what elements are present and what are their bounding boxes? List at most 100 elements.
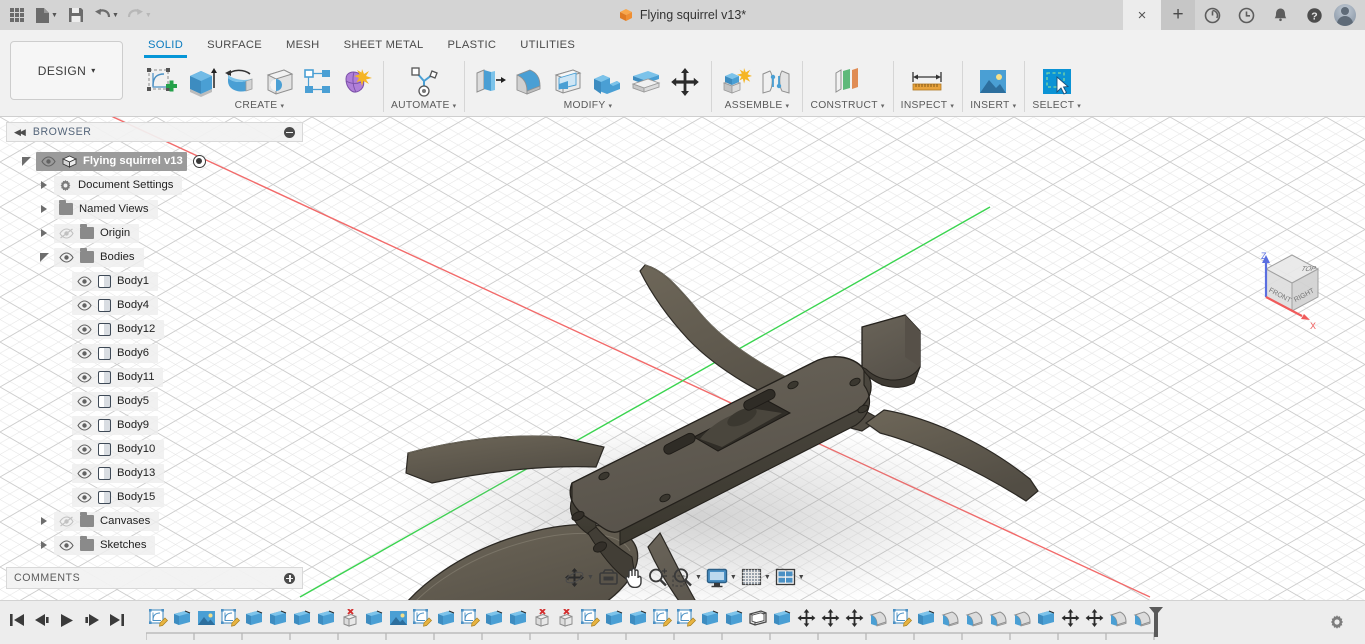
revolve-icon[interactable] [222,64,258,100]
tree-row-canvases[interactable]: Canvases [6,509,303,533]
tree-item-chip[interactable]: Body6 [72,343,159,363]
help-question-icon[interactable]: ? [1297,0,1331,30]
tree-item-chip[interactable]: Sketches [54,535,156,555]
tree-item-chip[interactable]: Body15 [72,487,165,507]
orbit-icon[interactable]: ▼ [563,565,595,590]
timeline-feature-sketch[interactable] [218,605,242,631]
timeline-feature-sketch[interactable] [578,605,602,631]
timeline-feature-delete[interactable] [338,605,362,631]
eye-visible-icon[interactable] [77,275,92,287]
tree-item-chip[interactable]: Flying squirrel v13 [36,151,187,171]
tree-row-body13[interactable]: Body13 [6,461,303,485]
timeline-feature-extrude[interactable] [170,605,194,631]
timeline-feature-extrude[interactable] [602,605,626,631]
redo-icon[interactable]: ▼ [124,2,155,28]
combine-icon[interactable] [589,64,625,100]
save-icon[interactable] [63,2,89,28]
timeline-feature-extrude[interactable] [914,605,938,631]
offset-face-icon[interactable] [628,64,664,100]
tree-row-body11[interactable]: Body11 [6,365,303,389]
timeline-feature-extrude[interactable] [290,605,314,631]
new-tab-button[interactable]: + [1161,0,1195,30]
new-document-icon[interactable]: ▼ [32,2,61,28]
chevron-down-icon[interactable]: ▼ [51,12,58,19]
tree-row-body15[interactable]: Body15 [6,485,303,509]
timeline-feature-fillet[interactable] [986,605,1010,631]
pan-hand-icon[interactable] [622,565,644,590]
timeline-feature-extrude[interactable] [242,605,266,631]
timeline-feature-fillet[interactable] [866,605,890,631]
tree-row-body4[interactable]: Body4 [6,293,303,317]
tree-item-chip[interactable]: Canvases [54,511,160,531]
ribbon-group-label-insert[interactable]: INSERT ▾ [970,100,1016,111]
eye-visible-icon[interactable] [59,251,74,263]
ribbon-group-label-select[interactable]: SELECT ▾ [1032,100,1081,111]
fillet-icon[interactable] [511,64,547,100]
timeline-feature-extrude[interactable] [362,605,386,631]
tree-row-body5[interactable]: Body5 [6,389,303,413]
timeline-feature-move[interactable] [794,605,818,631]
eye-hidden-icon[interactable] [59,227,74,239]
timeline-feature-extrude[interactable] [314,605,338,631]
tree-row-named-views[interactable]: Named Views [6,197,303,221]
timeline-feature-extrude[interactable] [506,605,530,631]
timeline-feature-extrude[interactable] [482,605,506,631]
tree-row-flying-squirrel-v13[interactable]: Flying squirrel v13 [6,149,303,173]
timeline-feature-fillet[interactable] [1106,605,1130,631]
eye-visible-icon[interactable] [77,371,92,383]
extrude-icon[interactable] [183,64,219,100]
expander-closed-icon[interactable] [34,541,54,549]
timeline-feature-fillet[interactable] [938,605,962,631]
tree-item-chip[interactable]: Body4 [72,295,159,315]
tree-item-chip[interactable]: Body13 [72,463,165,483]
tree-item-chip[interactable]: Body9 [72,415,159,435]
look-at-icon[interactable] [597,566,620,589]
tree-item-chip[interactable]: Named Views [54,199,158,219]
timeline-feature-sketch[interactable] [458,605,482,631]
timeline-feature-move[interactable] [1082,605,1106,631]
chevron-down-icon[interactable]: ▼ [145,12,152,19]
tree-item-chip[interactable]: Document Settings [54,175,183,195]
timeline-feature-shell[interactable] [746,605,770,631]
tree-row-body9[interactable]: Body9 [6,413,303,437]
go-to-end-icon[interactable] [106,609,128,631]
sweep-icon[interactable] [261,64,297,100]
chevron-down-icon[interactable]: ▼ [798,574,805,581]
job-status-icon[interactable] [1229,0,1263,30]
chevron-down-icon[interactable]: ▼ [112,12,119,19]
automate-icon[interactable] [406,64,442,100]
timeline-feature-sketch[interactable] [890,605,914,631]
tab-plastic[interactable]: PLASTIC [436,34,509,57]
chevron-down-icon[interactable]: ▼ [695,574,702,581]
comments-panel[interactable]: COMMENTS [6,567,303,589]
eye-visible-icon[interactable] [77,467,92,479]
move-copy-icon[interactable] [667,64,703,100]
viewports-icon[interactable]: ▼ [774,566,806,589]
select-window-icon[interactable] [1039,64,1075,100]
eye-visible-icon[interactable] [77,299,92,311]
shell-icon[interactable] [550,64,586,100]
expander-open-icon[interactable] [34,252,54,262]
timeline-feature-sketch[interactable] [410,605,434,631]
play-icon[interactable] [56,609,78,631]
tree-item-chip[interactable]: Body5 [72,391,159,411]
timeline-feature-extrude[interactable] [722,605,746,631]
timeline-feature-delete[interactable] [554,605,578,631]
tree-item-chip[interactable]: Bodies [54,247,144,267]
form-icon[interactable] [339,64,375,100]
create-sketch-icon[interactable] [144,64,180,100]
timeline-feature-move[interactable] [842,605,866,631]
zoom-icon[interactable] [646,565,669,590]
eye-hidden-icon[interactable] [59,515,74,527]
tree-item-chip[interactable]: Origin [54,223,140,243]
tree-item-chip[interactable]: Body10 [72,439,165,459]
tree-row-origin[interactable]: Origin [6,221,303,245]
timeline-settings-gear-icon[interactable] [1329,614,1345,635]
timeline-feature-extrude[interactable] [698,605,722,631]
tab-utilities[interactable]: UTILITIES [508,34,587,57]
close-tab-button[interactable]: × [1123,0,1161,30]
expander-closed-icon[interactable] [34,229,54,237]
minimize-panel-icon[interactable] [284,126,295,138]
measure-icon[interactable] [909,64,945,100]
eye-visible-icon[interactable] [77,443,92,455]
